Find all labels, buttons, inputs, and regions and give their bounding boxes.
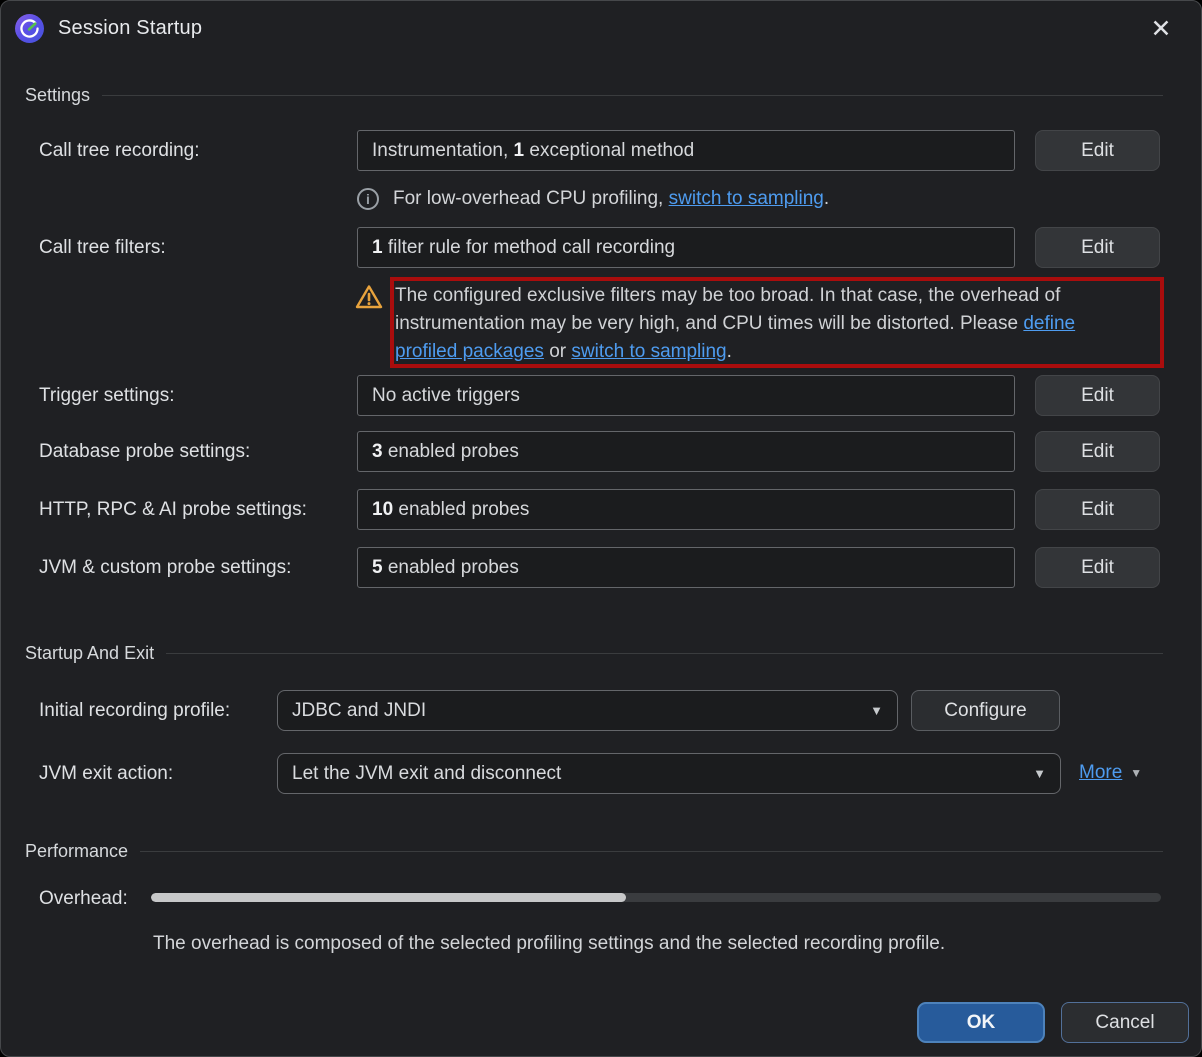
section-divider: [140, 851, 1163, 852]
trigger-settings-label: Trigger settings:: [39, 385, 175, 407]
database-probe-settings-field: 3 enabled probes: [357, 431, 1015, 472]
jvm-custom-probe-settings-label: JVM & custom probe settings:: [39, 557, 291, 579]
switch-to-sampling-link[interactable]: switch to sampling: [571, 341, 726, 362]
title-bar: Session Startup ✕: [1, 1, 1201, 55]
field-text: filter rule for method call recording: [383, 237, 676, 258]
dropdown-value: JDBC and JNDI: [292, 700, 426, 722]
info-note-text: For low-overhead CPU profiling, switch t…: [393, 188, 829, 210]
jvm-exit-action-dropdown[interactable]: Let the JVM exit and disconnect ▼: [277, 753, 1061, 794]
chevron-down-icon: ▼: [1033, 766, 1046, 781]
field-text: Instrumentation,: [372, 140, 514, 161]
info-icon: i: [357, 188, 379, 210]
overhead-fill: [151, 893, 626, 902]
initial-recording-profile-dropdown[interactable]: JDBC and JNDI ▼: [277, 690, 898, 731]
warning-icon: [355, 284, 383, 310]
chevron-down-icon: ▼: [870, 703, 883, 718]
switch-to-sampling-link[interactable]: switch to sampling: [669, 188, 824, 209]
startup-exit-section-header: Startup And Exit: [25, 643, 1163, 664]
field-text: exceptional method: [524, 140, 694, 161]
more-link[interactable]: More: [1079, 762, 1122, 784]
performance-section-title: Performance: [25, 841, 128, 862]
chevron-down-icon: ▼: [1130, 766, 1142, 780]
dropdown-value: Let the JVM exit and disconnect: [292, 763, 561, 785]
overhead-progress-bar: [151, 893, 1161, 902]
jvm-custom-probe-settings-field: 5 enabled probes: [357, 547, 1015, 588]
trigger-settings-field: No active triggers: [357, 375, 1015, 416]
warning-note-text: The configured exclusive filters may be …: [395, 282, 1139, 366]
ok-button[interactable]: OK: [917, 1002, 1045, 1043]
settings-section-title: Settings: [25, 85, 90, 106]
http-rpc-ai-probe-settings-field: 10 enabled probes: [357, 489, 1015, 530]
http-rpc-ai-probe-settings-label: HTTP, RPC & AI probe settings:: [39, 499, 307, 521]
cancel-button[interactable]: Cancel: [1061, 1002, 1189, 1043]
edit-database-probe-settings-button[interactable]: Edit: [1035, 431, 1160, 472]
field-number: 1: [372, 237, 383, 258]
section-divider: [166, 653, 1163, 654]
edit-call-tree-filters-button[interactable]: Edit: [1035, 227, 1160, 268]
database-probe-settings-label: Database probe settings:: [39, 441, 250, 463]
edit-jvm-custom-probe-settings-button[interactable]: Edit: [1035, 547, 1160, 588]
call-tree-recording-label: Call tree recording:: [39, 140, 200, 162]
jprofiler-app-icon: [15, 14, 44, 43]
section-divider: [102, 95, 1163, 96]
performance-section-header: Performance: [25, 841, 1163, 862]
call-tree-filters-label: Call tree filters:: [39, 237, 166, 259]
jvm-exit-action-label: JVM exit action:: [39, 763, 173, 785]
close-icon[interactable]: ✕: [1143, 11, 1179, 47]
configure-button[interactable]: Configure: [911, 690, 1060, 731]
gauge-icon: [19, 18, 40, 39]
field-number: 1: [514, 140, 525, 161]
edit-call-tree-recording-button[interactable]: Edit: [1035, 130, 1160, 171]
startup-exit-section-title: Startup And Exit: [25, 643, 154, 664]
call-tree-recording-field: Instrumentation, 1 exceptional method: [357, 130, 1015, 171]
initial-recording-profile-label: Initial recording profile:: [39, 700, 230, 722]
edit-http-rpc-ai-probe-settings-button[interactable]: Edit: [1035, 489, 1160, 530]
overhead-label: Overhead:: [39, 888, 128, 910]
settings-section-header: Settings: [25, 85, 1163, 106]
session-startup-dialog: Session Startup ✕ Settings Call tree rec…: [0, 0, 1202, 1057]
dialog-title: Session Startup: [58, 17, 202, 40]
edit-trigger-settings-button[interactable]: Edit: [1035, 375, 1160, 416]
call-tree-filters-field: 1 filter rule for method call recording: [357, 227, 1015, 268]
overhead-description: The overhead is composed of the selected…: [153, 933, 945, 955]
more-menu[interactable]: More ▼: [1079, 762, 1142, 784]
info-note-row: i For low-overhead CPU profiling, switch…: [357, 188, 829, 210]
